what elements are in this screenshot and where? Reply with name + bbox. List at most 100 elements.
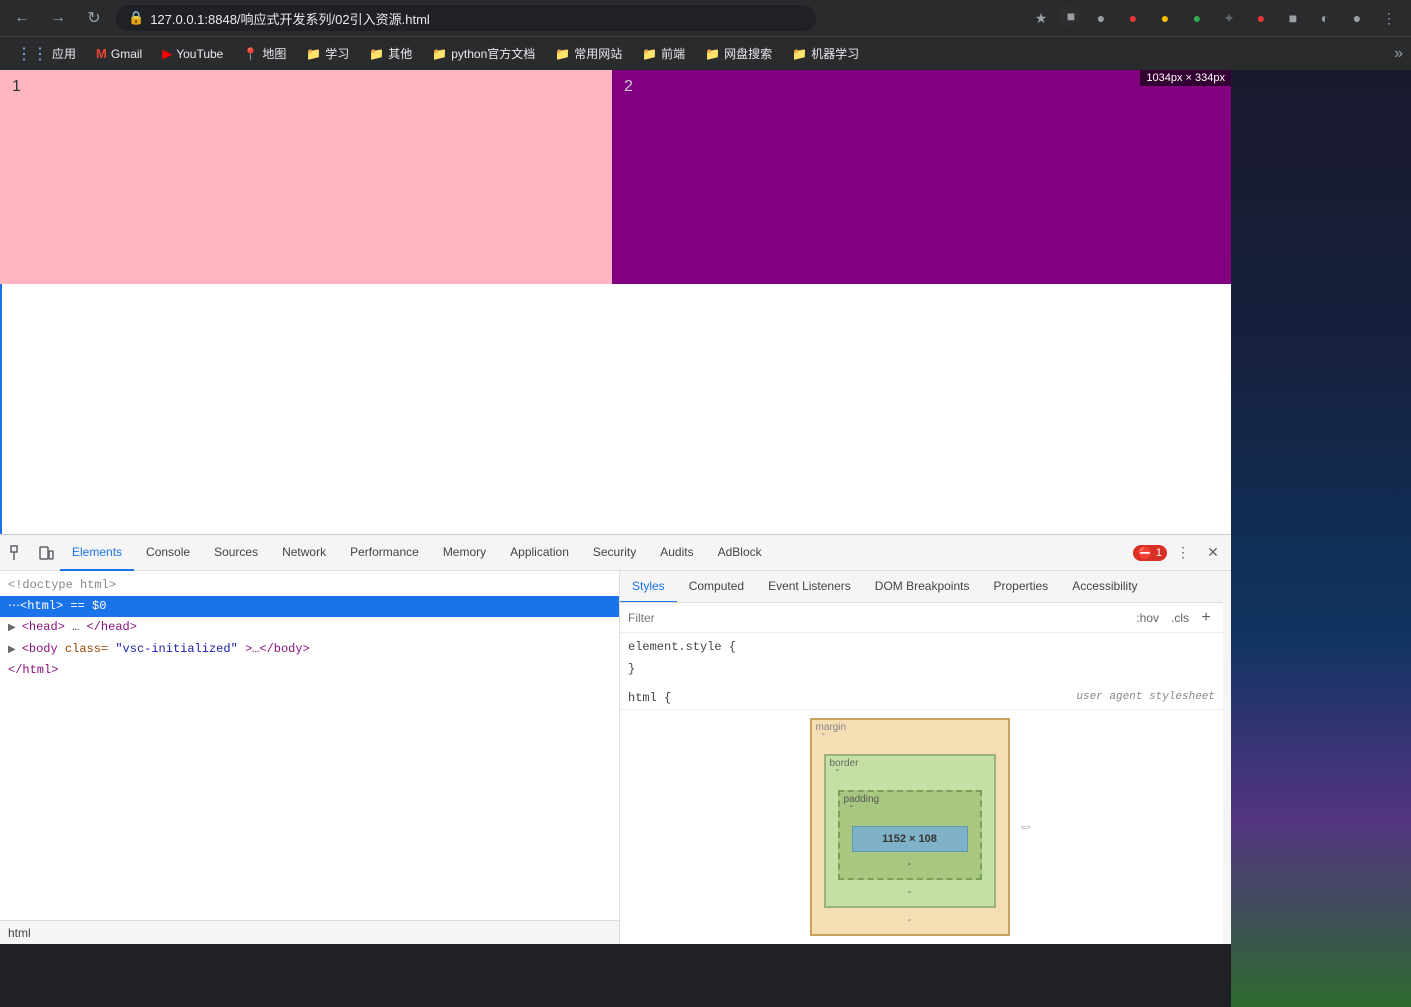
page-area: 1 2 1034px × 334px Elements xyxy=(0,70,1411,1007)
gmail-icon: M xyxy=(96,46,107,61)
error-count: 1 xyxy=(1156,547,1162,559)
ext-icon-5[interactable]: ● xyxy=(1183,4,1211,32)
content-dimensions: 1152 × 108 xyxy=(882,833,937,845)
bookmark-gmail[interactable]: M Gmail xyxy=(88,43,150,64)
youtube-icon: ▶ xyxy=(162,46,172,62)
body-tag-close: >…</body> xyxy=(245,642,310,656)
ext-icon-8[interactable]: ■ xyxy=(1279,4,1307,32)
inspect-element-button[interactable] xyxy=(4,539,32,567)
bookmark-gmail-label: Gmail xyxy=(111,47,142,61)
toolbar-right: ⛔ 1 ⋮ ✕ xyxy=(1133,539,1227,567)
tab-sources[interactable]: Sources xyxy=(202,535,270,571)
dom-line-body[interactable]: ▶ <body class= "vsc-initialized" >…</bod… xyxy=(0,639,619,660)
ext-icon-7[interactable]: ● xyxy=(1247,4,1275,32)
ext-icon-3[interactable]: ● xyxy=(1119,4,1147,32)
ext-icon-10[interactable]: ● xyxy=(1343,4,1371,32)
css-element-style-close: } xyxy=(628,659,1215,681)
night-photo xyxy=(1231,70,1411,1007)
tab-application[interactable]: Application xyxy=(498,535,581,571)
sub-tab-event-listeners[interactable]: Event Listeners xyxy=(756,571,863,603)
page-boxes: 1 2 1034px × 334px xyxy=(0,70,1231,284)
tab-elements[interactable]: Elements xyxy=(60,535,134,571)
margin-bottom: - xyxy=(908,914,912,926)
expand-arrows: ⇔ xyxy=(1018,818,1034,836)
dom-line-head[interactable]: ▶ <head> … </head> xyxy=(0,617,619,638)
box-model-border: border - padding - xyxy=(824,754,996,908)
tab-security[interactable]: Security xyxy=(581,535,648,571)
ext-icon-4[interactable]: ● xyxy=(1151,4,1179,32)
cls-button[interactable]: .cls xyxy=(1167,609,1193,627)
html-close-tag: </html> xyxy=(8,663,58,677)
sub-tab-properties[interactable]: Properties xyxy=(981,571,1060,603)
bookmark-python[interactable]: 📁 python官方文档 xyxy=(424,42,543,65)
menu-icon[interactable]: ⋮ xyxy=(1375,4,1403,32)
box-1: 1 xyxy=(0,70,612,284)
sub-tab-accessibility[interactable]: Accessibility xyxy=(1060,571,1149,603)
sub-tab-dom-breakpoints[interactable]: DOM Breakpoints xyxy=(863,571,982,603)
bookmark-cloud[interactable]: 📁 网盘搜索 xyxy=(697,42,780,65)
back-button[interactable]: ← xyxy=(8,4,36,32)
close-devtools-button[interactable]: ✕ xyxy=(1199,539,1227,567)
ext-icon-2[interactable]: ● xyxy=(1087,4,1115,32)
bookmark-maps-label: 地图 xyxy=(262,45,286,62)
css-element-style-selector: element.style { xyxy=(628,637,1215,659)
folder-icon-3: 📁 xyxy=(432,47,447,61)
add-style-button[interactable]: + xyxy=(1197,609,1215,627)
head-close-tag: </head> xyxy=(87,620,137,634)
toolbar-icons: ★ ■ ● ● ● ● ✦ ● ■ ◐ ● ⋮ xyxy=(1027,4,1403,32)
box-model: margin - border - padding xyxy=(810,718,1010,936)
padding-label: padding xyxy=(844,794,880,805)
more-options-button[interactable]: ⋮ xyxy=(1169,539,1197,567)
device-toolbar-button[interactable] xyxy=(32,539,60,567)
refresh-button[interactable]: ↻ xyxy=(80,4,108,32)
more-bookmarks-button[interactable]: » xyxy=(1394,45,1403,63)
body-class-val: "vsc-initialized" xyxy=(115,642,237,656)
sub-tab-computed[interactable]: Computed xyxy=(677,571,756,603)
forward-button[interactable]: → xyxy=(44,4,72,32)
html-tag: ⋯<html> xyxy=(8,599,63,613)
ext-icon-6[interactable]: ✦ xyxy=(1215,4,1243,32)
filter-input[interactable] xyxy=(628,611,1124,625)
box-model-padding: padding - 1152 × 108 - xyxy=(838,790,982,880)
bookmark-other[interactable]: 📁 其他 xyxy=(361,42,420,65)
folder-icon-2: 📁 xyxy=(369,47,384,61)
tab-performance[interactable]: Performance xyxy=(338,535,431,571)
tab-adblock[interactable]: AdBlock xyxy=(706,535,774,571)
bookmark-python-label: python官方文档 xyxy=(451,45,535,62)
ext-icon-9[interactable]: ◐ xyxy=(1311,4,1339,32)
css-rule-element-style: element.style { } xyxy=(628,637,1215,680)
bookmark-maps[interactable]: 📍 地图 xyxy=(235,42,294,65)
tab-network[interactable]: Network xyxy=(270,535,338,571)
tab-memory[interactable]: Memory xyxy=(431,535,498,571)
bookmark-common-sites-label: 常用网站 xyxy=(574,45,622,62)
bookmark-frontend[interactable]: 📁 前端 xyxy=(634,42,693,65)
hov-button[interactable]: :hov xyxy=(1132,609,1163,627)
folder-icon-4: 📁 xyxy=(555,47,570,61)
bookmark-youtube[interactable]: ▶ YouTube xyxy=(154,43,231,65)
dom-line-doctype[interactable]: <!doctype html> xyxy=(0,575,619,596)
bookmark-learning[interactable]: 📁 学习 xyxy=(298,42,357,65)
tab-audits[interactable]: Audits xyxy=(648,535,705,571)
bookmark-apps[interactable]: ⋮⋮ 应用 xyxy=(8,41,84,67)
dom-line-html[interactable]: ⋯<html> == $0 xyxy=(0,596,619,617)
page-empty-area xyxy=(0,284,1231,534)
bookmark-ml[interactable]: 📁 机器学习 xyxy=(784,42,867,65)
triangle-body: ▶ xyxy=(8,645,22,656)
dom-content: <!doctype html> ⋯<html> == $0 ▶ <head> …… xyxy=(0,571,619,920)
dom-line-html-close[interactable]: </html> xyxy=(0,660,619,681)
box-model-arrows: ⇔ xyxy=(1018,718,1034,936)
filter-actions: :hov .cls + xyxy=(1132,609,1215,627)
css-rules-area: element.style { } html { user agent styl… xyxy=(620,633,1223,709)
ext-icon-1[interactable]: ■ xyxy=(1059,4,1083,28)
bookmark-common-sites[interactable]: 📁 常用网站 xyxy=(547,42,630,65)
address-bar[interactable]: 🔒 127.0.0.1:8848/响应式开发系列/02引入资源.html xyxy=(116,5,816,31)
devtools-scrollbar[interactable] xyxy=(1223,571,1231,944)
dom-panel: <!doctype html> ⋯<html> == $0 ▶ <head> …… xyxy=(0,571,620,944)
maps-icon: 📍 xyxy=(243,47,258,61)
star-icon[interactable]: ★ xyxy=(1027,4,1055,32)
body-tag: <body xyxy=(22,642,65,656)
sub-tab-styles[interactable]: Styles xyxy=(620,571,677,603)
margin-label: margin xyxy=(816,722,847,733)
tab-console[interactable]: Console xyxy=(134,535,202,571)
bookmarks-bar: ⋮⋮ 应用 M Gmail ▶ YouTube 📍 地图 📁 学习 📁 其他 📁… xyxy=(0,36,1411,70)
